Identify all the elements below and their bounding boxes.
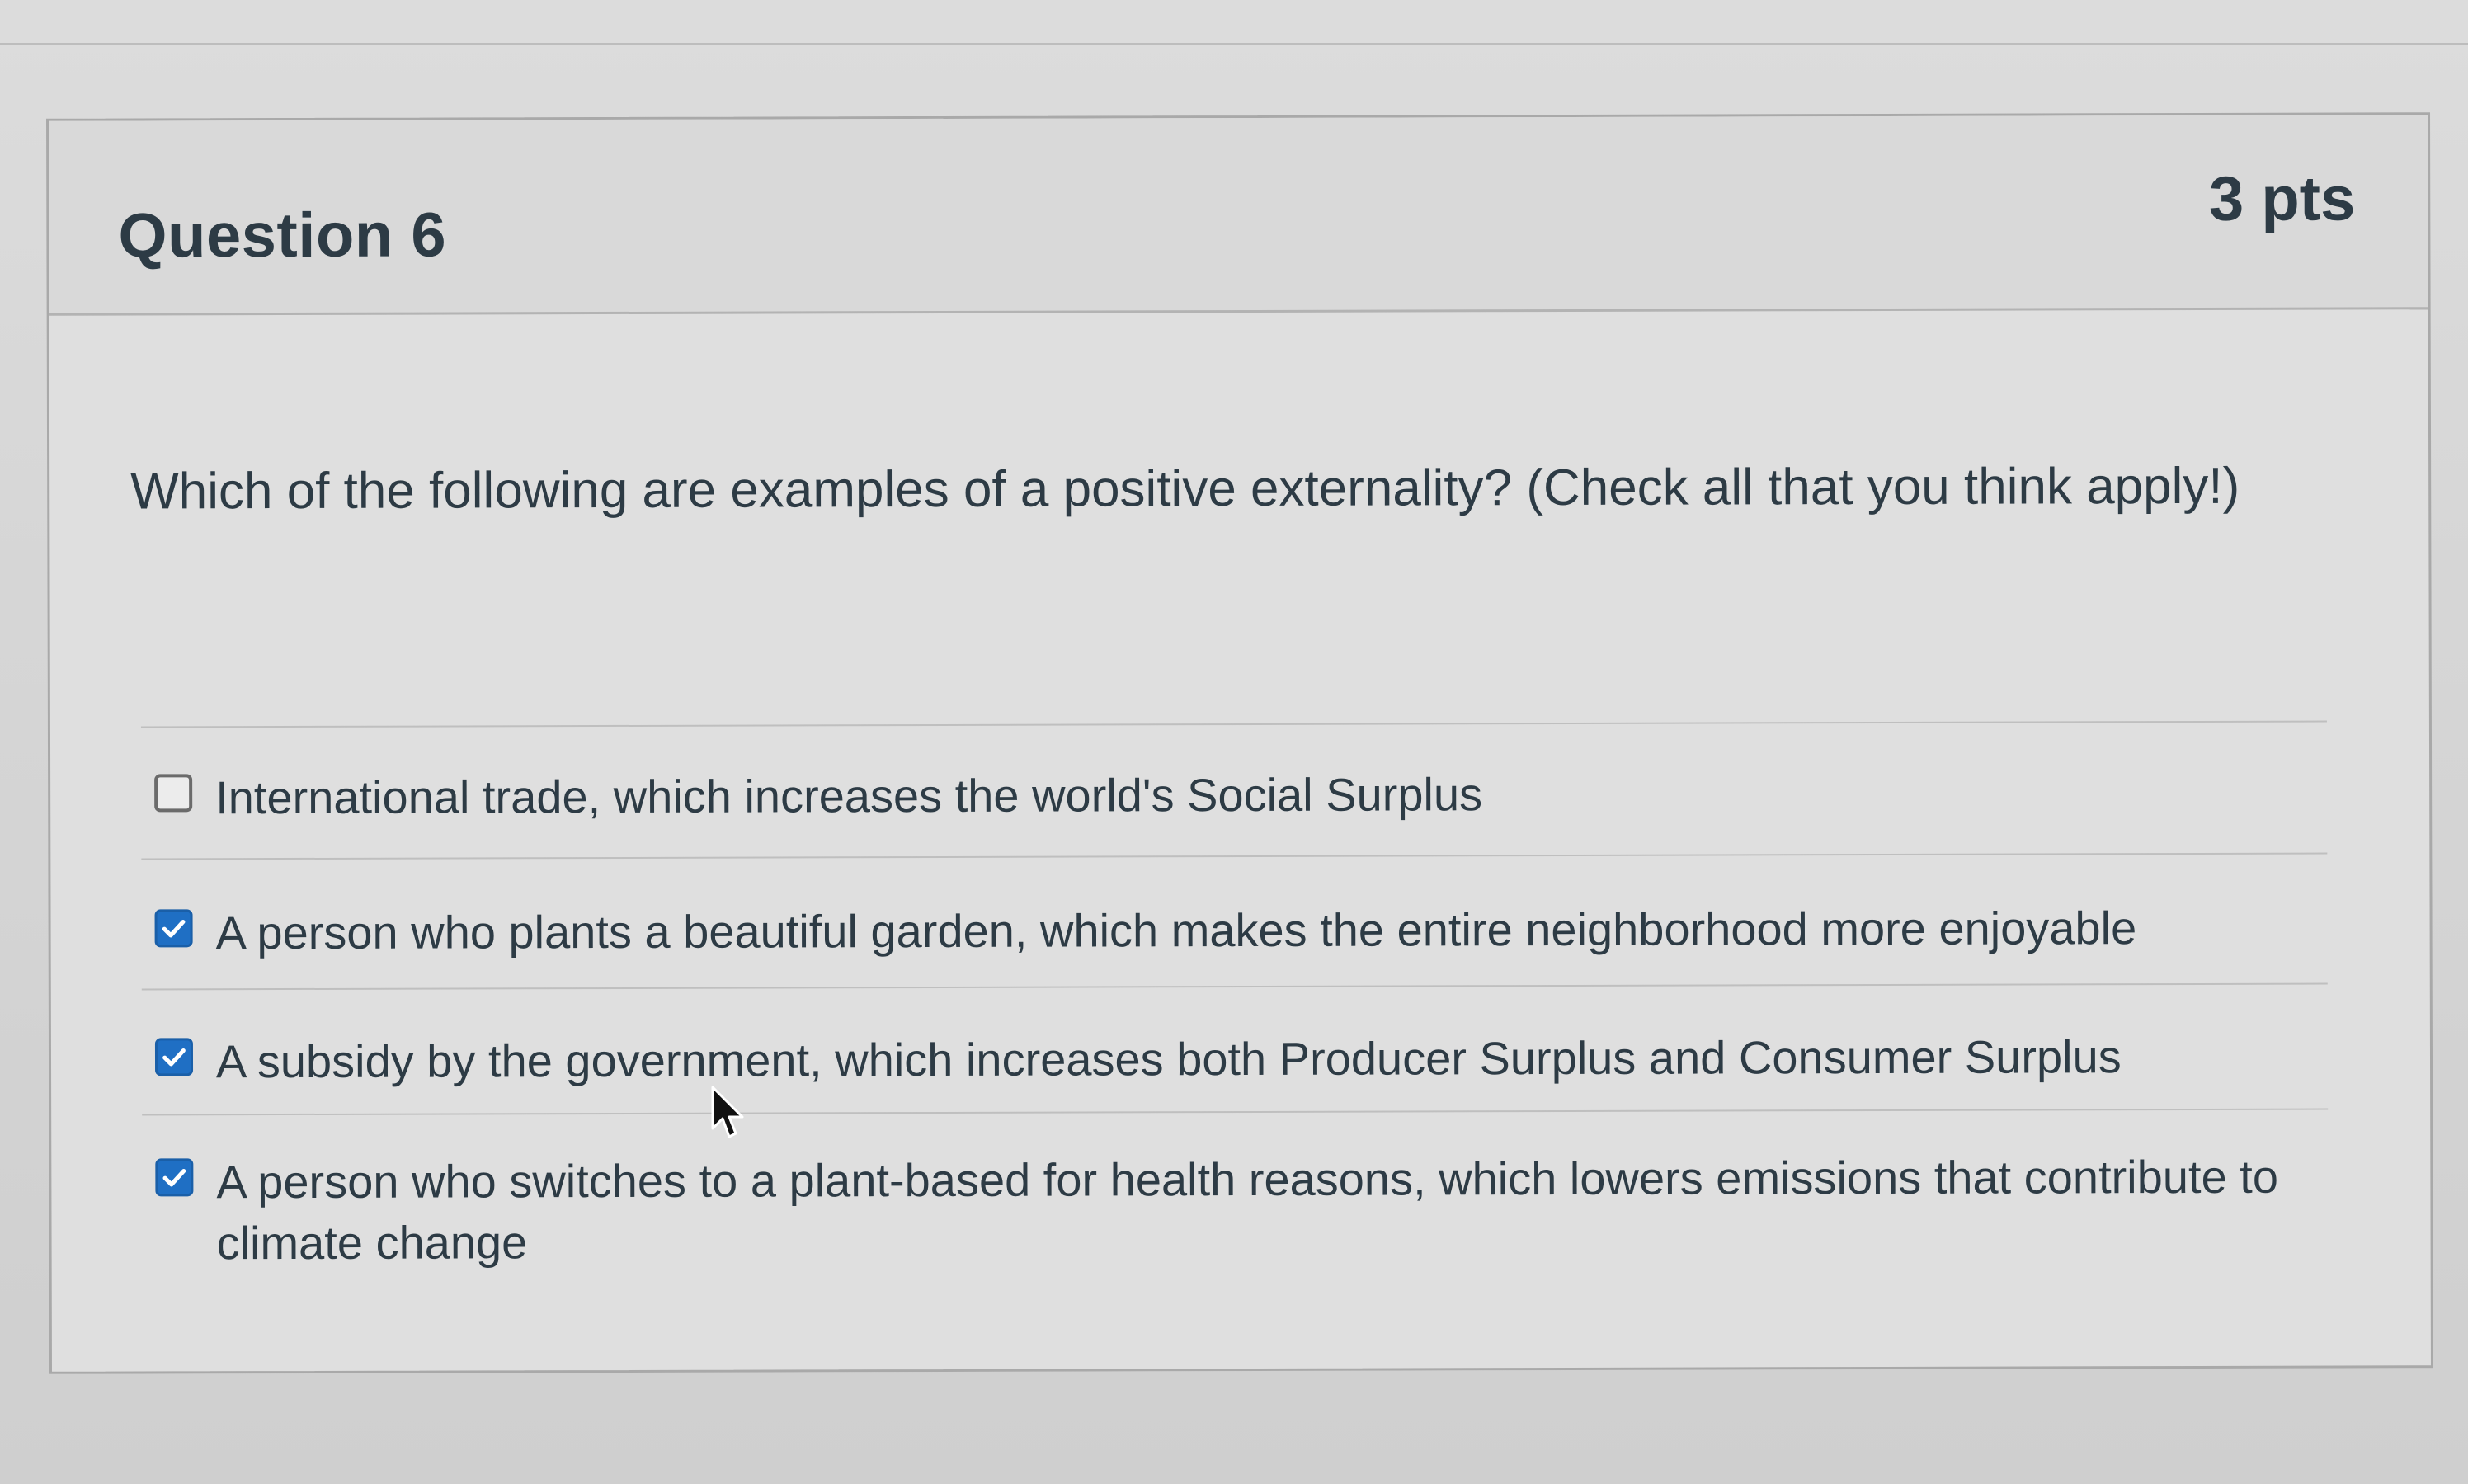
checkbox-unchecked[interactable] (154, 774, 193, 813)
answer-option[interactable]: A person who switches to a plant-based f… (142, 1108, 2329, 1296)
answer-option[interactable]: A subsidy by the government, which incre… (141, 982, 2329, 1114)
checkbox-checked[interactable] (155, 1158, 194, 1197)
question-card: Question 6 3 pts Which of the following … (46, 112, 2433, 1374)
answer-list: International trade, which increases the… (140, 720, 2329, 1296)
checkmark-icon (162, 1048, 186, 1067)
answer-label: A person who plants a beautiful garden, … (215, 902, 2137, 959)
question-points: 3 pts (2208, 163, 2356, 234)
question-title: Question 6 (118, 200, 447, 271)
mouse-pointer-icon (711, 1086, 744, 1138)
checkmark-icon (162, 1169, 186, 1187)
checkmark-icon (162, 920, 186, 938)
answer-label: A person who switches to a plant-based f… (216, 1150, 2279, 1270)
checkbox-checked[interactable] (154, 909, 193, 948)
answer-option[interactable]: International trade, which increases the… (140, 720, 2328, 859)
answer-label: A subsidy by the government, which incre… (215, 1030, 2122, 1088)
page-top-divider (0, 43, 2468, 45)
question-text: Which of the following are examples of a… (130, 457, 2240, 521)
answer-label: International trade, which increases the… (215, 768, 1483, 824)
question-header: Question 6 3 pts (49, 115, 2428, 316)
answer-option[interactable]: A person who plants a beautiful garden, … (141, 852, 2328, 989)
checkbox-checked[interactable] (154, 1038, 194, 1076)
